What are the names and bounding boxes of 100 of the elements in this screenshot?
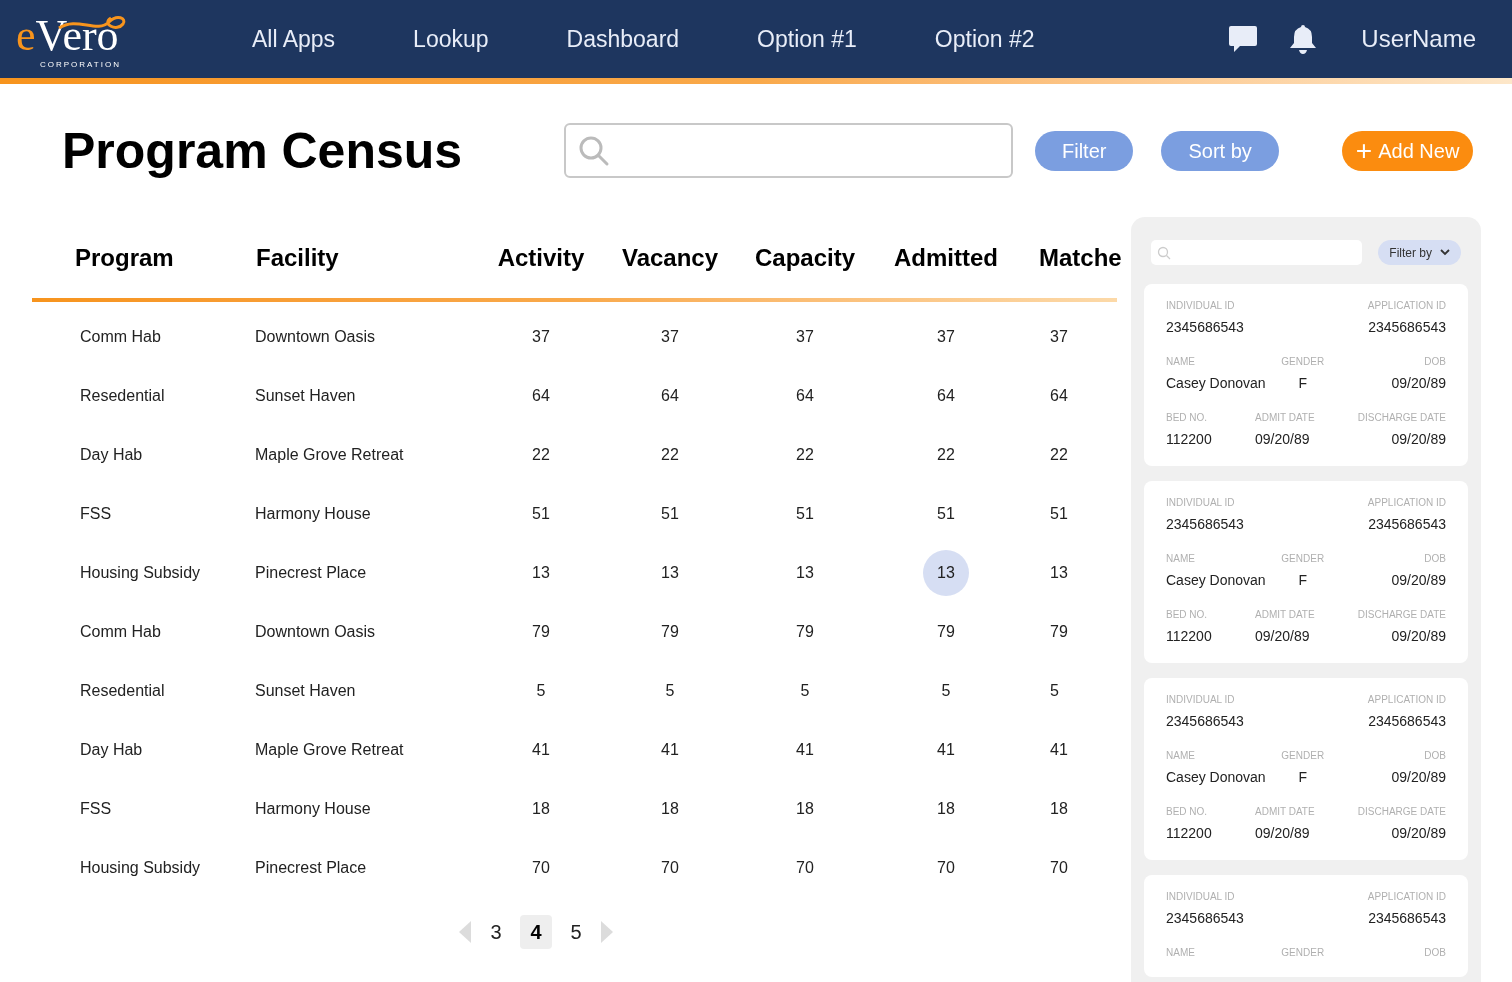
previous-page-icon[interactable] <box>458 920 472 944</box>
column-header[interactable]: Capacity <box>728 239 882 276</box>
table-cell-text: 18 <box>937 798 955 819</box>
field-label: NAME <box>1166 947 1195 959</box>
record-card[interactable]: INDIVIDUAL ID 2345686543 APPLICATION ID 2345686543 NAME Casey Donovan GENDER F DOB 09/20/89 BED NO. 112200 ADMIT DATE 09/20/89 DISCHARGE DATE 09/20/89 <box>1144 284 1468 466</box>
field-value: 09/20/89 <box>1391 430 1446 448</box>
field-label: GENDER <box>1281 750 1325 762</box>
field-value: 09/20/89 <box>1391 627 1446 645</box>
next-page-icon[interactable] <box>600 920 614 944</box>
table-cell-text: 13 <box>1049 562 1069 583</box>
table-cell-text: 22 <box>1049 444 1069 465</box>
table-cell-text: Sunset Haven <box>254 385 357 406</box>
table-cell-text: Resedential <box>79 680 166 701</box>
chat-icon[interactable] <box>1227 23 1260 55</box>
field-label: BED NO. <box>1166 806 1208 818</box>
record-card[interactable]: INDIVIDUAL ID 2345686543 APPLICATION ID 2345686543 NAME GENDER DOB <box>1144 875 1468 977</box>
table-cell-text: 64 <box>1049 385 1069 406</box>
column-header[interactable]: Program <box>32 239 218 276</box>
field-label: NAME <box>1166 553 1195 565</box>
table-cell-text: 79 <box>795 621 815 642</box>
table-cell-text: Harmony House <box>254 503 372 524</box>
filter-by-dropdown[interactable]: Filter by <box>1378 240 1461 265</box>
table-cell-text: 41 <box>1049 739 1069 760</box>
field-label: INDIVIDUAL ID <box>1166 694 1235 706</box>
field-label: DOB <box>1424 750 1446 762</box>
table-cell-text: 64 <box>795 385 815 406</box>
table-cell-text: 5 <box>941 680 951 701</box>
page-button[interactable]: 5 <box>560 915 592 949</box>
column-header[interactable]: Facility <box>218 239 470 276</box>
field-label: NAME <box>1166 356 1195 368</box>
field-value: 09/20/89 <box>1391 768 1446 786</box>
table-cell-text: 51 <box>937 503 955 524</box>
field-label: DISCHARGE DATE <box>1357 412 1446 424</box>
table-cell-text: 79 <box>531 621 551 642</box>
table-cell-text: 13 <box>531 562 551 583</box>
column-header[interactable]: Matche <box>1010 239 1120 276</box>
table-cell-text: FSS <box>79 503 113 524</box>
field-value: 2345686543 <box>1166 909 1244 927</box>
field-label: GENDER <box>1281 553 1325 565</box>
table-cell-text: Downtown Oasis <box>254 326 377 347</box>
search-field[interactable] <box>564 123 1013 178</box>
panel-search-field[interactable] <box>1151 240 1362 265</box>
table-cell-text: 51 <box>531 503 551 524</box>
field-value: 09/20/89 <box>1391 824 1446 842</box>
nav-link[interactable]: Dashboard <box>566 21 680 57</box>
field-label: ADMIT DATE <box>1255 609 1315 621</box>
record-card[interactable]: INDIVIDUAL ID 2345686543 APPLICATION ID 2345686543 NAME Casey Donovan GENDER F DOB 09/20/89 BED NO. 112200 ADMIT DATE 09/20/89 DISCHARGE DATE 09/20/89 <box>1144 481 1468 663</box>
field-value: F <box>1298 571 1308 589</box>
table-cell-text: 5 <box>664 680 676 701</box>
field-label: BED NO. <box>1166 412 1208 424</box>
field-value: Casey Donovan <box>1166 374 1266 392</box>
table-cell-text: 70 <box>660 857 680 878</box>
field-value: 112200 <box>1166 824 1212 842</box>
table-cell-text: 64 <box>531 385 551 406</box>
table-cell-text: Maple Grove Retreat <box>254 444 405 465</box>
table-cell-text: 41 <box>795 739 815 760</box>
nav-link[interactable]: All Apps <box>252 21 336 57</box>
nav-link[interactable]: Lookup <box>413 21 489 57</box>
user-name[interactable]: UserName <box>1361 21 1476 57</box>
nav-link[interactable]: Option #1 <box>757 21 857 57</box>
table-cell-text: 70 <box>795 857 815 878</box>
column-header[interactable]: Activity <box>470 239 612 276</box>
table-cell-text: 64 <box>937 385 955 406</box>
table-cell-text: 13 <box>795 562 815 583</box>
field-value: F <box>1298 374 1308 392</box>
field-label: APPLICATION ID <box>1367 300 1446 312</box>
field-value: Casey Donovan <box>1166 571 1266 589</box>
table-cell-text: 5 <box>1049 680 1060 701</box>
column-header[interactable]: Vacancy <box>612 239 728 276</box>
table-cell-text: 18 <box>795 798 815 819</box>
table-cell-text: 22 <box>531 444 551 465</box>
nav-link[interactable]: Option #2 <box>934 21 1035 57</box>
record-card[interactable]: INDIVIDUAL ID 2345686543 APPLICATION ID 2345686543 NAME Casey Donovan GENDER F DOB 09/20/89 BED NO. 112200 ADMIT DATE 09/20/89 DISCHARGE DATE 09/20/89 <box>1144 678 1468 860</box>
field-label: GENDER <box>1281 947 1325 959</box>
table-cell-text: Resedential <box>79 385 166 406</box>
field-value: 2345686543 <box>1368 909 1446 927</box>
logo[interactable]: eVero CORPORATION <box>16 6 142 72</box>
table-cell-text: 18 <box>1049 798 1069 819</box>
table-cell-text: 37 <box>531 326 551 347</box>
table-cell-text: 41 <box>660 739 680 760</box>
page-button[interactable]: 3 <box>480 915 512 949</box>
table-cell-text: 70 <box>531 857 551 878</box>
page-button[interactable]: 4 <box>520 915 552 949</box>
field-label: APPLICATION ID <box>1367 497 1446 509</box>
field-value: 2345686543 <box>1368 318 1446 336</box>
column-header[interactable]: Admitted <box>882 239 1010 276</box>
table-cell-text: 51 <box>1049 503 1069 524</box>
table-cell-text: Housing Subsidy <box>79 857 202 878</box>
field-value: 112200 <box>1166 430 1212 448</box>
field-label: DISCHARGE DATE <box>1357 806 1446 818</box>
field-label: BED NO. <box>1166 609 1208 621</box>
table-cell-text: 41 <box>937 739 955 760</box>
field-value: 2345686543 <box>1166 515 1244 533</box>
search-icon <box>578 134 610 167</box>
table-cell-text: Pinecrest Place <box>254 857 368 878</box>
table-cell-text: 5 <box>535 680 547 701</box>
table-cell-text: 13 <box>660 562 680 583</box>
table-cell-text: Comm Hab <box>79 621 162 642</box>
field-label: NAME <box>1166 750 1195 762</box>
table-cell-text: Harmony House <box>254 798 372 819</box>
